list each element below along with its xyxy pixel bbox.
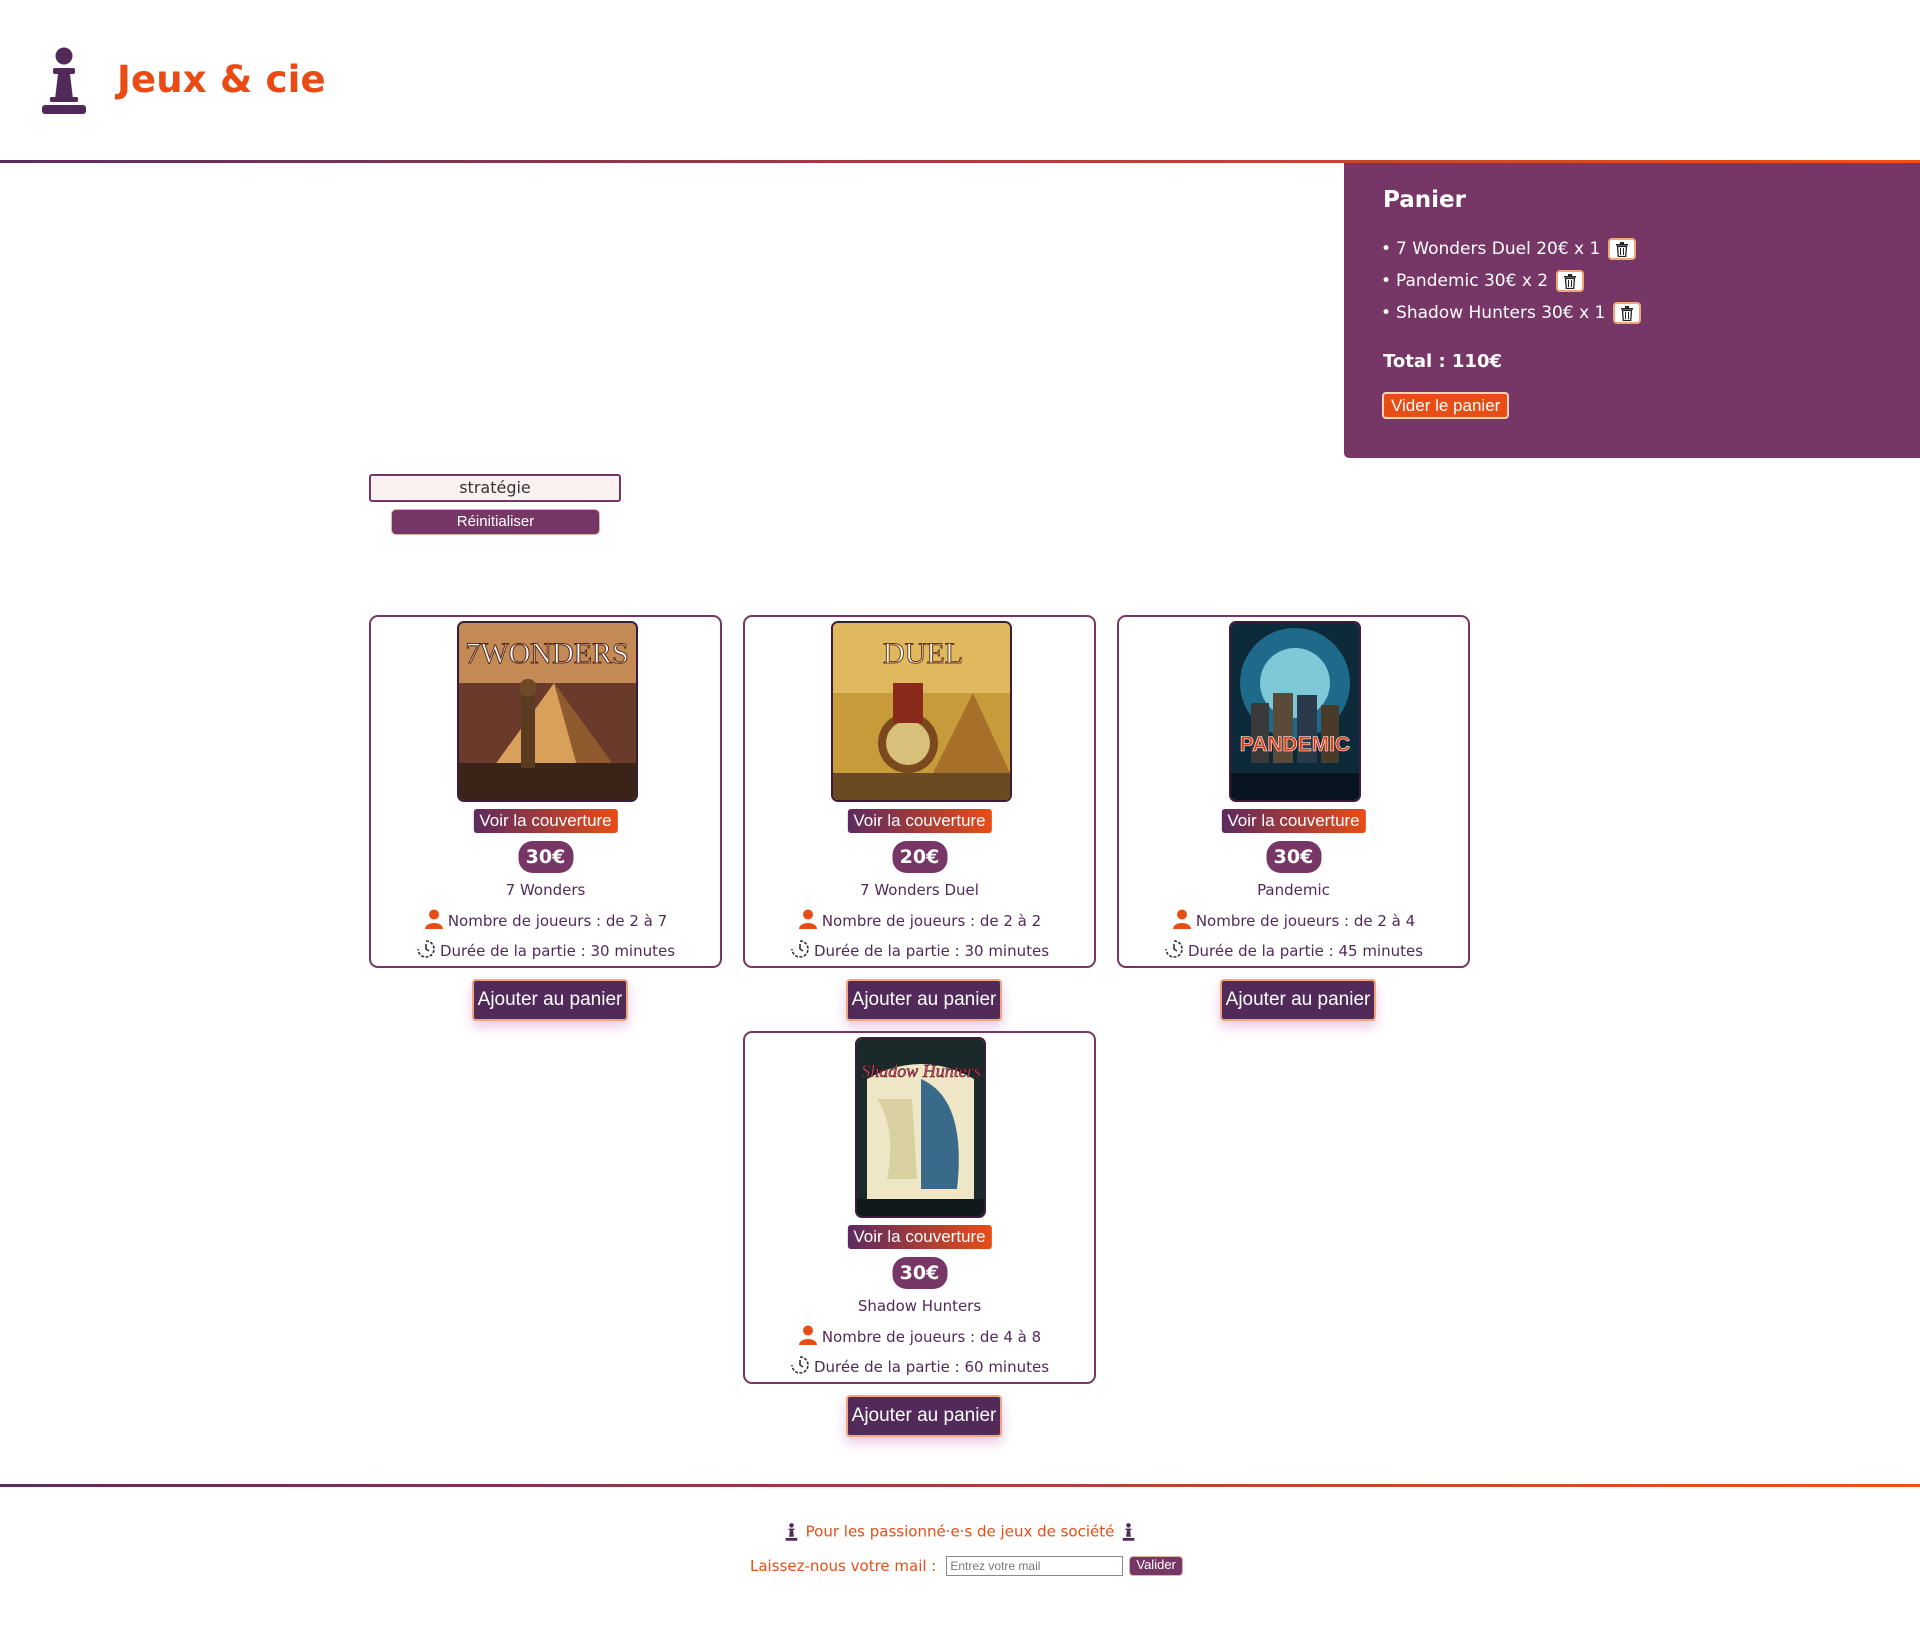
pawn-logo-icon (42, 47, 86, 114)
svg-text:DUEL: DUEL (883, 637, 963, 670)
svg-text:Shadow Hunters: Shadow Hunters (861, 1061, 981, 1081)
game-name: 7 Wonders (505, 881, 586, 899)
price-badge: 30€ (518, 841, 573, 873)
svg-text:7WONDERS: 7WONDERS (465, 637, 628, 670)
timer-icon (417, 940, 435, 958)
game-name: 7 Wonders Duel (860, 881, 979, 899)
reset-button[interactable]: Réinitialiser (391, 509, 600, 535)
timer-icon (791, 940, 809, 958)
pawn-icon (1123, 1522, 1135, 1541)
players-text: Nombre de joueurs : de 4 à 8 (821, 1328, 1042, 1346)
cart-item: • Pandemic 30€ x 2 (1381, 265, 1641, 297)
players-text: Nombre de joueurs : de 2 à 7 (447, 912, 668, 930)
add-to-cart-button[interactable]: Ajouter au panier (846, 979, 1002, 1021)
svg-text:PANDEMIC: PANDEMIC (1240, 733, 1350, 756)
price-badge: 20€ (892, 841, 947, 873)
see-cover-button[interactable]: Voir la couverture (1221, 809, 1366, 833)
price-badge: 30€ (892, 1257, 947, 1289)
pawn-icon (785, 1522, 797, 1541)
game-card: DUEL Voir la couverture 20€ 7 Wonders Du… (743, 615, 1096, 968)
duration-info: Durée de la partie : 45 minutes (1119, 939, 1468, 960)
duration-text: Durée de la partie : 30 minutes (813, 942, 1050, 960)
cart-panel: Panier • 7 Wonders Duel 20€ x 1 • Pandemic… (1344, 163, 1920, 458)
game-cover-image: DUEL (831, 621, 1012, 802)
site-title: Jeux & cie (117, 58, 326, 101)
duration-text: Durée de la partie : 60 minutes (813, 1358, 1050, 1376)
duration-info: Durée de la partie : 60 minutes (745, 1355, 1094, 1376)
cart-item-label: Shadow Hunters 30€ x 1 (1396, 303, 1606, 323)
game-card: 7WONDERS Voir la couverture 30€ 7 Wonder… (369, 615, 722, 968)
trash-icon[interactable] (1608, 238, 1637, 260)
game-cover-image: 7WONDERS (457, 621, 638, 802)
players-info: Nombre de joueurs : de 2 à 4 (1119, 909, 1468, 930)
submit-button[interactable]: Valider (1129, 1556, 1183, 1576)
trash-icon[interactable] (1556, 270, 1585, 292)
person-icon (1172, 909, 1191, 929)
cart-item-label: 7 Wonders Duel 20€ x 1 (1396, 239, 1601, 259)
timer-icon (791, 1356, 809, 1374)
duration-text: Durée de la partie : 45 minutes (1187, 942, 1424, 960)
game-cover-image: Shadow Hunters (855, 1037, 986, 1218)
add-to-cart-button[interactable]: Ajouter au panier (472, 979, 628, 1021)
cart-item: • Shadow Hunters 30€ x 1 (1381, 297, 1642, 329)
price-badge: 30€ (1266, 841, 1321, 873)
person-icon (798, 909, 817, 929)
cart-list: • 7 Wonders Duel 20€ x 1 • Pandemic 30€ x … (1381, 233, 1642, 329)
duration-info: Durée de la partie : 30 minutes (745, 939, 1094, 960)
add-to-cart-button[interactable]: Ajouter au panier (846, 1395, 1002, 1437)
players-info: Nombre de joueurs : de 4 à 8 (745, 1325, 1094, 1346)
players-info: Nombre de joueurs : de 2 à 2 (745, 909, 1094, 930)
game-name: Shadow Hunters (857, 1297, 982, 1315)
footer-divider (0, 1484, 1920, 1487)
empty-cart-button[interactable]: Vider le panier (1382, 392, 1510, 419)
see-cover-button[interactable]: Voir la couverture (473, 809, 618, 833)
footer-tagline: Pour les passionné·e·s de jeux de sociét… (0, 1522, 1920, 1541)
newsletter-label: Laissez-nous votre mail : (750, 1557, 937, 1575)
game-card: Shadow Hunters Voir la couverture 30€ Sh… (743, 1031, 1096, 1384)
email-input[interactable]: Entrez votre mail (946, 1556, 1124, 1576)
person-icon (424, 909, 443, 929)
players-text: Nombre de joueurs : de 2 à 2 (821, 912, 1042, 930)
duration-info: Durée de la partie : 30 minutes (371, 939, 720, 960)
person-icon (798, 1325, 817, 1345)
game-name: Pandemic (1257, 881, 1330, 899)
game-card: PANDEMIC Voir la couverture 30€ Pandemic… (1117, 615, 1470, 968)
add-to-cart-button[interactable]: Ajouter au panier (1220, 979, 1376, 1021)
see-cover-button[interactable]: Voir la couverture (847, 1225, 992, 1249)
timer-icon (1165, 940, 1183, 958)
duration-text: Durée de la partie : 30 minutes (439, 942, 676, 960)
trash-icon[interactable] (1613, 302, 1642, 324)
players-info: Nombre de joueurs : de 2 à 7 (371, 909, 720, 930)
game-cover-image: PANDEMIC (1229, 621, 1361, 802)
category-filter-select[interactable]: stratégie (369, 474, 621, 502)
cart-item-label: Pandemic 30€ x 2 (1396, 271, 1549, 291)
cart-title: Panier (1383, 187, 1466, 213)
cart-total: Total : 110€ (1383, 351, 1503, 372)
tagline-text: Pour les passionné·e·s de jeux de sociét… (805, 1522, 1115, 1541)
see-cover-button[interactable]: Voir la couverture (847, 809, 992, 833)
newsletter-form: Laissez-nous votre mail : Entrez votre m… (750, 1556, 1183, 1576)
cart-item: • 7 Wonders Duel 20€ x 1 (1381, 233, 1641, 265)
players-text: Nombre de joueurs : de 2 à 4 (1195, 912, 1416, 930)
